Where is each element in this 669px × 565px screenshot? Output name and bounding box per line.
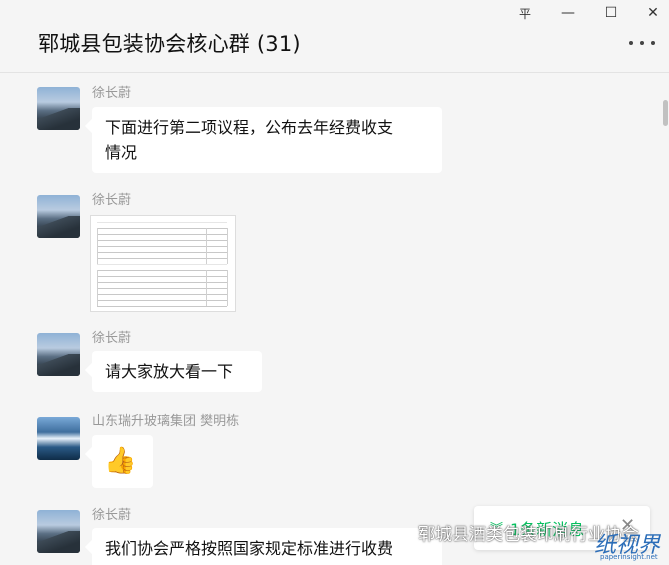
avatar[interactable] (37, 510, 80, 553)
more-icon (629, 41, 633, 45)
pin-icon: 平 (518, 6, 531, 21)
avatar[interactable] (37, 333, 80, 376)
more-button[interactable] (629, 38, 655, 48)
pin-button[interactable]: 平 (514, 4, 536, 22)
minimize-button[interactable]: — (557, 4, 579, 22)
sender-name: 徐长蔚 (92, 86, 132, 101)
thumbs-up-icon: 👍 (104, 446, 137, 476)
close-button[interactable]: ✕ (642, 4, 664, 22)
watermark-sub: paperinsight.net (600, 553, 658, 561)
message-list[interactable]: 徐长蔚 下面进行第二项议程，公布去年经费收支 情况 徐长蔚 徐长蔚 请大家放大看… (0, 73, 669, 565)
maximize-icon: ☐ (604, 5, 618, 21)
message-bubble[interactable]: 请大家放大看一下 (92, 351, 262, 392)
avatar[interactable] (37, 417, 80, 460)
scrollbar-thumb[interactable] (663, 100, 668, 126)
close-icon: ✕ (647, 5, 659, 21)
message-line: 我们协会严格按照国家规定标准进行收费 (105, 539, 394, 558)
avatar[interactable] (37, 195, 80, 238)
message-bubble[interactable]: 👍 (92, 435, 153, 488)
document-image[interactable] (90, 215, 236, 312)
sender-name: 徐长蔚 (92, 193, 132, 208)
message-line: 请大家放大看一下 (105, 362, 234, 381)
avatar[interactable] (37, 87, 80, 130)
maximize-button[interactable]: ☐ (600, 4, 622, 22)
message-line: 情况 (105, 143, 138, 162)
sender-name: 徐长蔚 (92, 508, 132, 523)
sender-name: 山东瑞升玻璃集团 樊明栋 (92, 414, 240, 429)
chat-header: 郓城县包装协会核心群 (31) 平 — ☐ ✕ (0, 0, 669, 73)
sender-name: 徐长蔚 (92, 331, 132, 346)
minimize-icon: — (561, 5, 575, 21)
message-line: 下面进行第二项议程，公布去年经费收支 (105, 118, 394, 137)
message-bubble[interactable]: 我们协会严格按照国家规定标准进行收费 (92, 528, 442, 565)
chat-title: 郓城县包装协会核心群 (31) (38, 32, 301, 56)
message-bubble[interactable]: 下面进行第二项议程，公布去年经费收支 情况 (92, 107, 442, 173)
